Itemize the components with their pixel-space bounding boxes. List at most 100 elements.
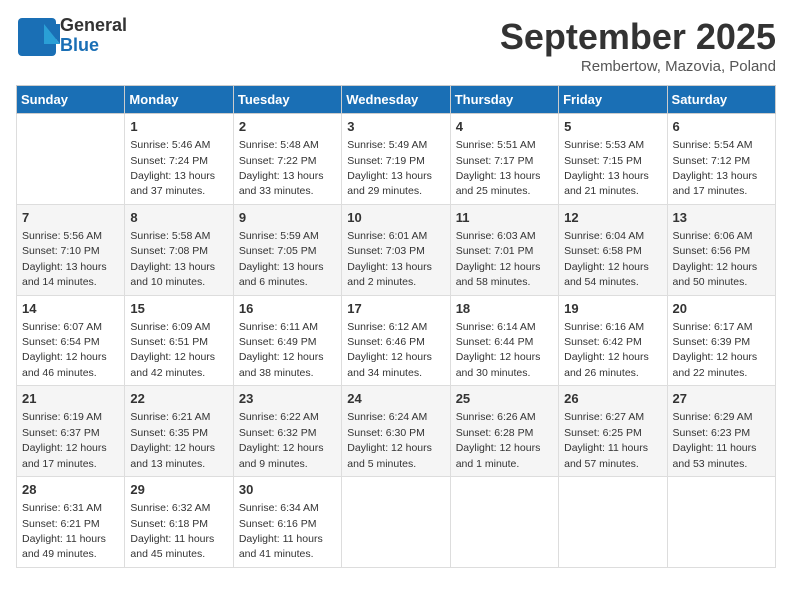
logo-text: General Blue [60, 16, 127, 56]
calendar-cell: 12Sunrise: 6:04 AMSunset: 6:58 PMDayligh… [559, 204, 667, 295]
day-number: 8 [130, 209, 227, 227]
calendar-cell: 15Sunrise: 6:09 AMSunset: 6:51 PMDayligh… [125, 295, 233, 386]
calendar-cell: 2 Sunrise: 5:48 AMSunset: 7:22 PMDaylight… [233, 114, 341, 205]
calendar-cell [667, 477, 775, 568]
day-info: Sunrise: 6:19 AMSunset: 6:37 PMDaylight:… [22, 411, 107, 469]
calendar-cell: 28 Sunrise: 6:31 AMSunset: 6:21 PMDayligh… [17, 477, 125, 568]
day-info: Sunrise: 6:01 AMSunset: 7:03 PMDaylight:… [347, 230, 432, 288]
day-number: 28 [22, 481, 119, 499]
day-info: Sunrise: 6:11 AMSunset: 6:49 PMDaylight:… [239, 321, 324, 379]
day-number: 7 [22, 209, 119, 227]
calendar-cell [17, 114, 125, 205]
calendar-table: SundayMondayTuesdayWednesdayThursdayFrid… [16, 85, 776, 568]
day-of-week-header: Wednesday [342, 86, 450, 114]
day-number: 6 [673, 118, 770, 136]
calendar-cell: 24 Sunrise: 6:24 AMSunset: 6:30 PMDayligh… [342, 386, 450, 477]
calendar-cell: 19 Sunrise: 6:16 AMSunset: 6:42 PMDayligh… [559, 295, 667, 386]
day-number: 12 [564, 209, 661, 227]
day-of-week-header: Monday [125, 86, 233, 114]
day-info: Sunrise: 6:03 AMSunset: 7:01 PMDaylight:… [456, 230, 541, 288]
day-info: Sunrise: 6:17 AMSunset: 6:39 PMDaylight:… [673, 321, 758, 379]
day-info: Sunrise: 5:54 AMSunset: 7:12 PMDaylight:… [673, 139, 758, 197]
calendar-cell [450, 477, 558, 568]
day-of-week-header: Thursday [450, 86, 558, 114]
calendar-cell: 4Sunrise: 5:51 AMSunset: 7:17 PMDaylight… [450, 114, 558, 205]
calendar-cell: 18 Sunrise: 6:14 AMSunset: 6:44 PMDayligh… [450, 295, 558, 386]
calendar-cell: 21 Sunrise: 6:19 AMSunset: 6:37 PMDayligh… [17, 386, 125, 477]
calendar-cell: 30Sunrise: 6:34 AMSunset: 6:16 PMDayligh… [233, 477, 341, 568]
day-info: Sunrise: 5:58 AMSunset: 7:08 PMDaylight:… [130, 230, 215, 288]
day-number: 14 [22, 300, 119, 318]
day-info: Sunrise: 6:12 AMSunset: 6:46 PMDaylight:… [347, 321, 432, 379]
calendar-cell: 16 Sunrise: 6:11 AMSunset: 6:49 PMDayligh… [233, 295, 341, 386]
day-number: 1 [130, 118, 227, 136]
day-info: Sunrise: 5:59 AMSunset: 7:05 PMDaylight:… [239, 230, 324, 288]
day-number: 25 [456, 390, 553, 408]
day-number: 29 [130, 481, 227, 499]
logo-general: General [60, 16, 127, 36]
day-number: 20 [673, 300, 770, 318]
day-of-week-header: Tuesday [233, 86, 341, 114]
calendar-cell: 26 Sunrise: 6:27 AMSunset: 6:25 PMDayligh… [559, 386, 667, 477]
day-number: 13 [673, 209, 770, 227]
day-number: 26 [564, 390, 661, 408]
calendar-cell: 11 Sunrise: 6:03 AMSunset: 7:01 PMDayligh… [450, 204, 558, 295]
day-number: 15 [130, 300, 227, 318]
calendar-cell: 14 Sunrise: 6:07 AMSunset: 6:54 PMDayligh… [17, 295, 125, 386]
calendar-cell: 8 Sunrise: 5:58 AMSunset: 7:08 PMDaylight… [125, 204, 233, 295]
day-info: Sunrise: 6:26 AMSunset: 6:28 PMDaylight:… [456, 411, 541, 469]
day-info: Sunrise: 6:21 AMSunset: 6:35 PMDaylight:… [130, 411, 215, 469]
day-info: Sunrise: 6:32 AMSunset: 6:18 PMDaylight:… [130, 502, 214, 560]
day-of-week-header: Sunday [17, 86, 125, 114]
location-subtitle: Rembertow, Mazovia, Poland [500, 58, 776, 75]
calendar-cell: 17 Sunrise: 6:12 AMSunset: 6:46 PMDayligh… [342, 295, 450, 386]
day-number: 21 [22, 390, 119, 408]
calendar-cell: 13Sunrise: 6:06 AMSunset: 6:56 PMDayligh… [667, 204, 775, 295]
day-info: Sunrise: 6:29 AMSunset: 6:23 PMDaylight:… [673, 411, 757, 469]
day-info: Sunrise: 5:53 AMSunset: 7:15 PMDaylight:… [564, 139, 649, 197]
day-info: Sunrise: 6:31 AMSunset: 6:21 PMDaylight:… [22, 502, 106, 560]
day-number: 19 [564, 300, 661, 318]
day-info: Sunrise: 6:24 AMSunset: 6:30 PMDaylight:… [347, 411, 432, 469]
calendar-cell: 1 Sunrise: 5:46 AMSunset: 7:24 PMDaylight… [125, 114, 233, 205]
day-number: 11 [456, 209, 553, 227]
month-title: September 2025 [500, 16, 776, 58]
calendar-cell: 29 Sunrise: 6:32 AMSunset: 6:18 PMDayligh… [125, 477, 233, 568]
calendar-cell: 3 Sunrise: 5:49 AMSunset: 7:19 PMDaylight… [342, 114, 450, 205]
calendar-cell: 20 Sunrise: 6:17 AMSunset: 6:39 PMDayligh… [667, 295, 775, 386]
day-number: 16 [239, 300, 336, 318]
day-number: 27 [673, 390, 770, 408]
calendar-cell: 10Sunrise: 6:01 AMSunset: 7:03 PMDayligh… [342, 204, 450, 295]
day-number: 2 [239, 118, 336, 136]
day-info: Sunrise: 5:46 AMSunset: 7:24 PMDaylight:… [130, 139, 215, 197]
day-number: 17 [347, 300, 444, 318]
title-block: September 2025 Rembertow, Mazovia, Polan… [500, 16, 776, 75]
day-number: 24 [347, 390, 444, 408]
day-number: 22 [130, 390, 227, 408]
page-header: General Blue September 2025 Rembertow, M… [16, 16, 776, 75]
calendar-cell [559, 477, 667, 568]
day-number: 3 [347, 118, 444, 136]
day-info: Sunrise: 6:16 AMSunset: 6:42 PMDaylight:… [564, 321, 649, 379]
day-info: Sunrise: 6:27 AMSunset: 6:25 PMDaylight:… [564, 411, 648, 469]
calendar-cell [342, 477, 450, 568]
day-info: Sunrise: 5:49 AMSunset: 7:19 PMDaylight:… [347, 139, 432, 197]
calendar-cell: 22 Sunrise: 6:21 AMSunset: 6:35 PMDayligh… [125, 386, 233, 477]
calendar-cell: 7Sunrise: 5:56 AMSunset: 7:10 PMDaylight… [17, 204, 125, 295]
day-info: Sunrise: 6:14 AMSunset: 6:44 PMDaylight:… [456, 321, 541, 379]
day-info: Sunrise: 6:07 AMSunset: 6:54 PMDaylight:… [22, 321, 107, 379]
day-info: Sunrise: 6:22 AMSunset: 6:32 PMDaylight:… [239, 411, 324, 469]
day-of-week-header: Friday [559, 86, 667, 114]
calendar-week-row: 1 Sunrise: 5:46 AMSunset: 7:24 PMDaylight… [17, 114, 776, 205]
calendar-week-row: 7Sunrise: 5:56 AMSunset: 7:10 PMDaylight… [17, 204, 776, 295]
calendar-week-row: 14 Sunrise: 6:07 AMSunset: 6:54 PMDayligh… [17, 295, 776, 386]
calendar-cell: 25 Sunrise: 6:26 AMSunset: 6:28 PMDayligh… [450, 386, 558, 477]
day-number: 5 [564, 118, 661, 136]
day-info: Sunrise: 5:48 AMSunset: 7:22 PMDaylight:… [239, 139, 324, 197]
day-number: 9 [239, 209, 336, 227]
day-number: 18 [456, 300, 553, 318]
logo: General Blue [16, 16, 127, 56]
calendar-header-row: SundayMondayTuesdayWednesdayThursdayFrid… [17, 86, 776, 114]
calendar-cell: 6 Sunrise: 5:54 AMSunset: 7:12 PMDaylight… [667, 114, 775, 205]
calendar-cell: 5 Sunrise: 5:53 AMSunset: 7:15 PMDaylight… [559, 114, 667, 205]
